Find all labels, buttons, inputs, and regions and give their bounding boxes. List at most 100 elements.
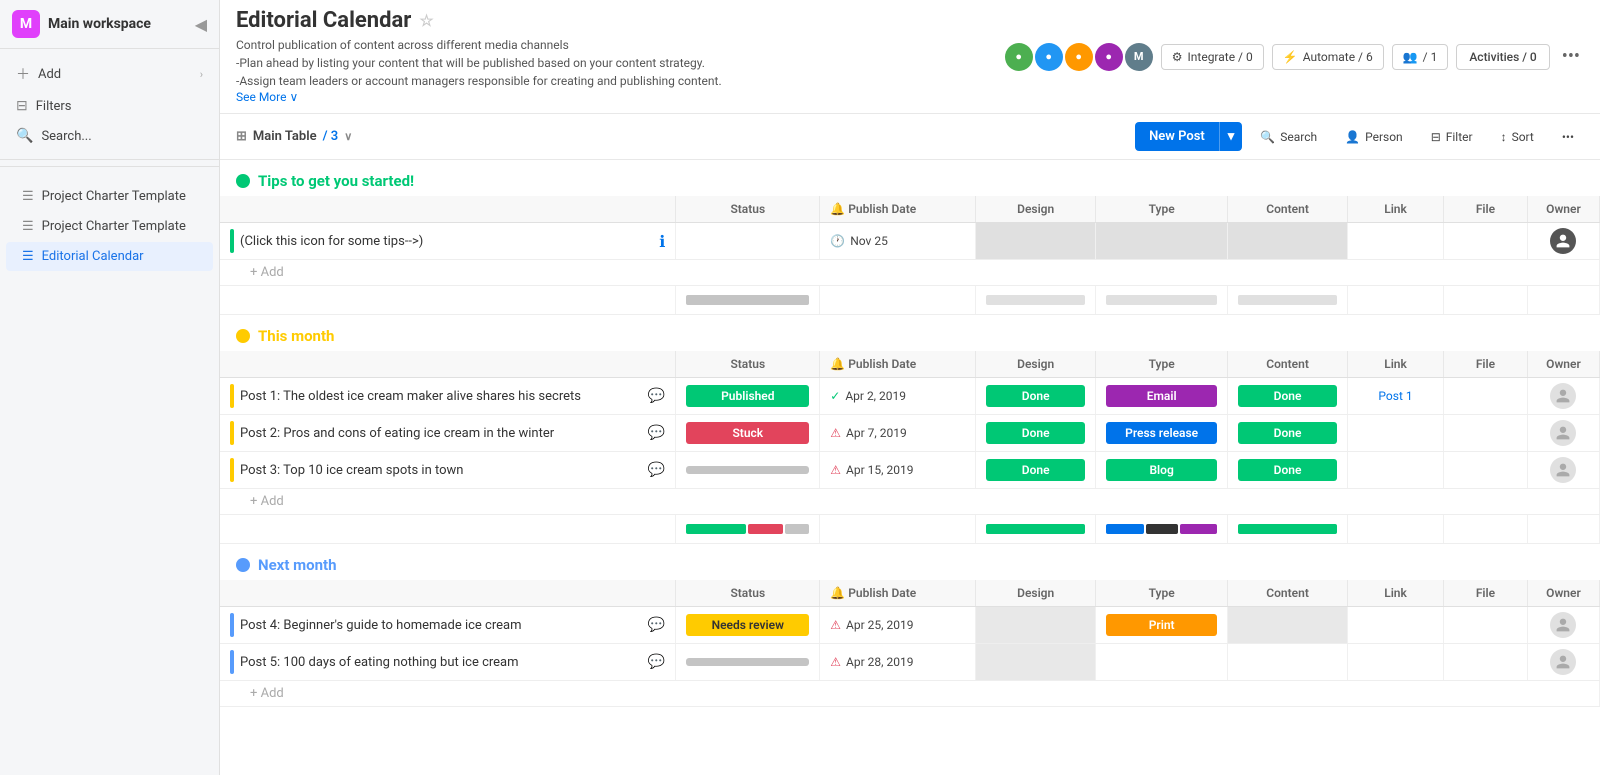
type-badge[interactable]: Email	[1106, 385, 1217, 407]
integrate-button[interactable]: ⚙ Integrate / 0	[1161, 44, 1264, 70]
sort-toolbar-button[interactable]: ↕ Sort	[1491, 125, 1544, 149]
content-badge[interactable]: Done	[1238, 385, 1337, 407]
status-cell[interactable]	[676, 452, 820, 489]
more-options-icon[interactable]: •••	[1558, 42, 1584, 71]
sidebar-collapse-button[interactable]: ◀	[195, 15, 207, 34]
design-badge[interactable]: Done	[986, 459, 1085, 481]
owner-avatar-empty	[1550, 612, 1576, 638]
bell-icon-3: 🔔	[830, 586, 845, 600]
person-toolbar-button[interactable]: 👤 Person	[1335, 125, 1413, 149]
add-cell[interactable]: + Add	[220, 260, 1600, 286]
design-cell	[976, 644, 1096, 681]
th-type: Type	[1096, 196, 1228, 223]
group-this-month-table: Status 🔔 Publish Date Design Type Conten…	[220, 351, 1600, 544]
type-badge[interactable]: Print	[1106, 614, 1217, 636]
avatar-group: ● ● ● ● M	[1005, 43, 1153, 71]
item-cell: Post 1: The oldest ice cream maker alive…	[220, 378, 676, 415]
activities-button[interactable]: Activities / 0	[1456, 44, 1549, 70]
link-value[interactable]: Post 1	[1378, 389, 1412, 403]
table-name-selector[interactable]: ⊞ Main Table / 3 ∨	[236, 129, 352, 144]
add-cell[interactable]: + Add	[220, 489, 1600, 515]
table-row: Post 1: The oldest ice cream maker alive…	[220, 378, 1600, 415]
item-name: Post 1: The oldest ice cream maker alive…	[240, 389, 642, 404]
members-button[interactable]: 👥 / 1	[1392, 44, 1449, 70]
tip-icon: ℹ	[659, 232, 665, 251]
sidebar-item-editorial-calendar[interactable]: ☰ Editorial Calendar	[6, 242, 213, 271]
content-badge[interactable]: Done	[1238, 459, 1337, 481]
add-cell[interactable]: + Add	[220, 681, 1600, 707]
sidebar-add-button[interactable]: ＋ Add ›	[0, 57, 219, 91]
comment-icon[interactable]: 💬	[648, 425, 665, 441]
more-toolbar-button[interactable]: •••	[1552, 125, 1584, 149]
type-cell[interactable]: Print	[1096, 607, 1228, 644]
date-value: Apr 2, 2019	[845, 389, 906, 403]
th-link-3: Link	[1348, 580, 1444, 607]
sidebar-filters-button[interactable]: ⊟ Filters	[0, 91, 219, 121]
sidebar-item-project-charter-2[interactable]: ☰ Project Charter Template	[6, 212, 213, 241]
status-cell[interactable]: Stuck	[676, 415, 820, 452]
comment-icon[interactable]: 💬	[648, 617, 665, 633]
filter-toolbar-button[interactable]: ⊟ Filter	[1421, 125, 1483, 149]
add-row[interactable]: + Add	[220, 681, 1600, 707]
item-cell: Post 4: Beginner's guide to homemade ice…	[220, 607, 676, 644]
new-post-main[interactable]: New Post	[1135, 122, 1219, 151]
group-tips-dot	[236, 174, 250, 188]
sort-icon: ↕	[1501, 130, 1507, 144]
type-cell[interactable]: Blog	[1096, 452, 1228, 489]
sidebar-item-project-charter-1[interactable]: ☰ Project Charter Template	[6, 182, 213, 211]
type-badge[interactable]: Press release	[1106, 422, 1217, 444]
content-cell[interactable]: Done	[1228, 415, 1348, 452]
group-this-month-title: This month	[258, 327, 334, 345]
status-cell[interactable]: Needs review	[676, 607, 820, 644]
status-badge[interactable]	[686, 658, 809, 666]
group-tips: Tips to get you started! Status 🔔 Publis…	[220, 160, 1600, 315]
search-toolbar-button[interactable]: 🔍 Search	[1250, 125, 1327, 149]
content-cell[interactable]: Done	[1228, 452, 1348, 489]
desc-line-1: Control publication of content across di…	[236, 38, 569, 52]
topbar-right: ● ● ● ● M ⚙ Integrate / 0 ⚡ Automate / 6…	[1005, 42, 1584, 71]
file-cell	[1444, 607, 1528, 644]
add-row[interactable]: + Add	[220, 260, 1600, 286]
content-badge[interactable]: Done	[1238, 422, 1337, 444]
see-more-link[interactable]: See More ∨	[236, 90, 298, 104]
status-cell[interactable]: Published	[676, 378, 820, 415]
comment-icon[interactable]: 💬	[648, 388, 665, 404]
design-cell[interactable]: Done	[976, 378, 1096, 415]
type-badge[interactable]: Blog	[1106, 459, 1217, 481]
add-row[interactable]: + Add	[220, 489, 1600, 515]
design-cell[interactable]: Done	[976, 452, 1096, 489]
filter-toolbar-label: Filter	[1446, 130, 1473, 144]
automate-button[interactable]: ⚡ Automate / 6	[1272, 44, 1384, 70]
th-status: Status	[676, 196, 820, 223]
owner-avatar-empty	[1550, 383, 1576, 409]
link-cell[interactable]: Post 1	[1348, 378, 1444, 415]
star-icon[interactable]: ☆	[419, 11, 433, 30]
desc-line-2: -Plan ahead by listing your content that…	[236, 56, 705, 70]
type-cell	[1096, 644, 1228, 681]
new-post-button[interactable]: New Post ▾	[1135, 122, 1242, 151]
sidebar-search-button[interactable]: 🔍 Search...	[0, 121, 219, 151]
status-badge[interactable]	[686, 466, 809, 474]
type-cell	[1096, 223, 1228, 260]
next-month-header-row: Status 🔔 Publish Date Design Type Conten…	[220, 580, 1600, 607]
type-cell[interactable]: Press release	[1096, 415, 1228, 452]
design-badge[interactable]: Done	[986, 422, 1085, 444]
th-type-2: Type	[1096, 351, 1228, 378]
status-badge[interactable]: Published	[686, 385, 809, 407]
item-name: Post 2: Pros and cons of eating ice crea…	[240, 426, 642, 441]
design-badge[interactable]: Done	[986, 385, 1085, 407]
new-post-dropdown-icon[interactable]: ▾	[1219, 122, 1243, 151]
type-cell[interactable]: Email	[1096, 378, 1228, 415]
status-badge[interactable]: Needs review	[686, 614, 809, 636]
status-cell[interactable]	[676, 223, 820, 260]
status-badge[interactable]: Stuck	[686, 422, 809, 444]
th-item-3	[220, 580, 676, 607]
table-icon-1: ☰	[22, 189, 34, 204]
design-cell[interactable]: Done	[976, 415, 1096, 452]
comment-icon[interactable]: 💬	[648, 654, 665, 670]
th-status-3: Status	[676, 580, 820, 607]
comment-icon[interactable]: 💬	[648, 462, 665, 478]
content-cell[interactable]: Done	[1228, 378, 1348, 415]
status-cell[interactable]	[676, 644, 820, 681]
table-row: Post 2: Pros and cons of eating ice crea…	[220, 415, 1600, 452]
